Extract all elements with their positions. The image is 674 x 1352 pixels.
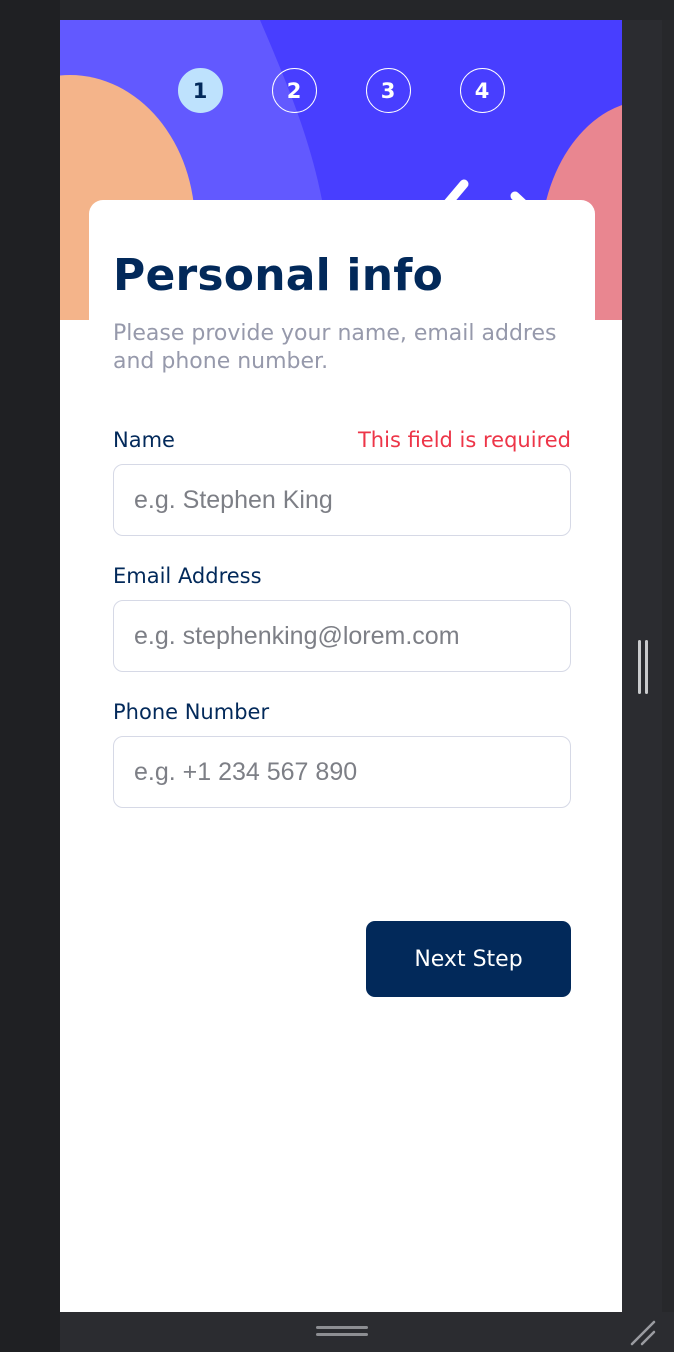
device-viewport: 1 2 3 4 Personal info Please provide you… [60, 20, 622, 1312]
step-1-indicator[interactable]: 1 [177, 68, 223, 113]
step-3-indicator[interactable]: 3 [365, 68, 411, 113]
bottom-resize-grip-icon[interactable] [316, 1326, 368, 1338]
step-4-indicator[interactable]: 4 [459, 68, 505, 113]
side-resize-grip-icon[interactable] [636, 640, 650, 694]
personal-info-card: Personal info Please provide your name, … [89, 200, 595, 1312]
page-subtitle: Please provide your name, email addres a… [113, 321, 557, 374]
resize-handle-icon[interactable] [628, 1318, 658, 1348]
phone-input[interactable] [113, 736, 571, 808]
email-field-group: Email Address [113, 564, 571, 672]
page-title: Personal info [113, 250, 444, 301]
phone-field-group: Phone Number [113, 700, 571, 808]
name-input[interactable] [113, 464, 571, 536]
email-label: Email Address [113, 564, 262, 588]
window-top-margin [60, 0, 674, 20]
step-2-indicator[interactable]: 2 [271, 68, 317, 113]
email-input[interactable] [113, 600, 571, 672]
name-field-group: Name This field is required [113, 428, 571, 536]
next-step-button[interactable]: Next Step [366, 921, 571, 997]
name-label: Name [113, 428, 175, 452]
phone-label: Phone Number [113, 700, 270, 724]
step-indicator: 1 2 3 4 [60, 68, 622, 116]
name-error-message: This field is required [357, 428, 571, 452]
window-left-margin [0, 0, 60, 1352]
